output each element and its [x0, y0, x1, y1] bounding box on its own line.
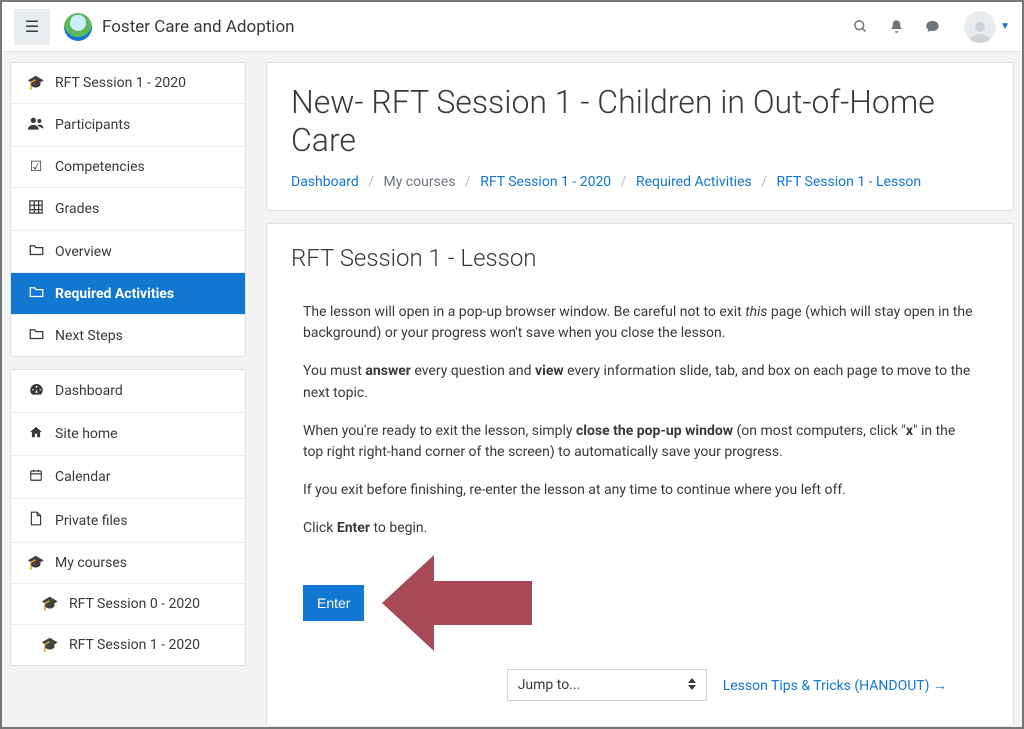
breadcrumb-mycourses: My courses — [383, 174, 455, 190]
next-activity-link[interactable]: Lesson Tips & Tricks (HANDOUT) → — [723, 677, 947, 694]
sidebar-item-label: Participants — [55, 117, 130, 133]
sidebar-item-dashboard[interactable]: Dashboard — [11, 370, 245, 413]
folder-icon — [25, 243, 47, 260]
sidebar-item-overview[interactable]: Overview — [11, 231, 245, 273]
sidebar-item-label: RFT Session 1 - 2020 — [55, 75, 186, 91]
sidebar-item-label: Next Steps — [55, 328, 123, 344]
sidebar-item-course-1[interactable]: 🎓 RFT Session 1 - 2020 — [11, 625, 245, 665]
page-header-card: New- RFT Session 1 - Children in Out-of-… — [266, 62, 1014, 211]
select-label: Jump to... — [518, 677, 581, 693]
enter-button[interactable]: Enter — [303, 585, 364, 621]
breadcrumb-separator-icon: / — [761, 174, 767, 190]
sidebar-item-participants[interactable]: Participants — [11, 104, 245, 147]
pointer-arrow-icon — [382, 555, 532, 651]
hamburger-icon: ☰ — [25, 17, 39, 37]
graduation-icon: 🎓 — [25, 555, 47, 571]
sidebar-item-label: Site home — [55, 426, 118, 442]
chat-icon[interactable] — [914, 9, 950, 45]
course-nav-block: 🎓 RFT Session 1 - 2020 Participants ☑ Co… — [10, 62, 246, 357]
lesson-paragraph: If you exit before finishing, re-enter t… — [303, 480, 977, 502]
avatar-icon — [964, 11, 996, 43]
search-icon[interactable] — [842, 9, 878, 45]
breadcrumb-separator-icon: / — [465, 174, 471, 190]
breadcrumb: Dashboard / My courses / RFT Session 1 -… — [291, 174, 989, 190]
sidebar-item-label: RFT Session 0 - 2020 — [69, 596, 200, 612]
sidebar-item-calendar[interactable]: Calendar — [11, 456, 245, 499]
sidebar-item-label: Competencies — [55, 159, 145, 175]
page-title: New- RFT Session 1 - Children in Out-of-… — [291, 83, 989, 160]
sidebar-item-required-activities[interactable]: Required Activities — [11, 273, 245, 315]
sidebar-item-site-home[interactable]: Site home — [11, 413, 245, 456]
check-square-icon: ☑ — [25, 159, 47, 175]
calendar-icon — [25, 468, 47, 486]
breadcrumb-page[interactable]: RFT Session 1 - Lesson — [777, 174, 922, 190]
file-icon — [25, 511, 47, 530]
sidebar-item-grades[interactable]: Grades — [11, 188, 245, 231]
site-nav-block: Dashboard Site home Calendar Private fil… — [10, 369, 246, 666]
sidebar-item-my-courses[interactable]: 🎓 My courses — [11, 543, 245, 584]
sidebar-item-competencies[interactable]: ☑ Competencies — [11, 147, 245, 188]
sidebar-item-course-0[interactable]: 🎓 RFT Session 0 - 2020 — [11, 584, 245, 625]
lesson-title: RFT Session 1 - Lesson — [291, 244, 989, 272]
lesson-card: RFT Session 1 - Lesson The lesson will o… — [266, 223, 1014, 727]
grid-icon — [25, 200, 47, 218]
select-caret-icon — [688, 678, 696, 692]
lesson-paragraph: You must answer every question and view … — [303, 361, 977, 404]
graduation-icon: 🎓 — [39, 596, 61, 612]
users-icon — [25, 116, 47, 134]
site-title[interactable]: Foster Care and Adoption — [102, 17, 295, 37]
lesson-paragraph: Click Enter to begin. — [303, 518, 977, 540]
breadcrumb-section[interactable]: Required Activities — [636, 174, 752, 190]
sidebar-item-next-steps[interactable]: Next Steps — [11, 315, 245, 356]
main-content: New- RFT Session 1 - Children in Out-of-… — [266, 62, 1014, 727]
sidebar-item-label: Overview — [55, 244, 112, 260]
home-icon — [25, 425, 47, 443]
lesson-paragraph: When you're ready to exit the lesson, si… — [303, 421, 977, 464]
sidebar-item-private-files[interactable]: Private files — [11, 499, 245, 543]
lesson-body: The lesson will open in a pop-up browser… — [291, 290, 989, 706]
breadcrumb-course[interactable]: RFT Session 1 - 2020 — [480, 174, 611, 190]
hamburger-toggle[interactable]: ☰ — [14, 9, 50, 45]
lesson-paragraph: The lesson will open in a pop-up browser… — [303, 302, 977, 345]
graduation-icon: 🎓 — [39, 637, 61, 653]
sidebar: 🎓 RFT Session 1 - 2020 Participants ☑ Co… — [10, 62, 246, 727]
breadcrumb-separator-icon: / — [368, 174, 374, 190]
sidebar-item-label: Private files — [55, 513, 128, 529]
folder-icon — [25, 327, 47, 344]
sidebar-item-label: Dashboard — [55, 383, 123, 399]
breadcrumb-dashboard[interactable]: Dashboard — [291, 174, 359, 190]
sidebar-item-label: Required Activities — [55, 286, 174, 302]
graduation-icon: 🎓 — [25, 75, 47, 91]
jump-to-select[interactable]: Jump to... — [507, 669, 707, 701]
breadcrumb-separator-icon: / — [621, 174, 627, 190]
sidebar-item-label: Calendar — [55, 469, 111, 485]
folder-icon — [25, 285, 47, 302]
bell-icon[interactable] — [878, 9, 914, 45]
gauge-icon — [25, 382, 47, 400]
top-navbar: ☰ Foster Care and Adoption ▼ — [2, 2, 1022, 52]
user-menu[interactable]: ▼ — [950, 9, 1010, 45]
sidebar-item-label: Grades — [55, 201, 99, 217]
sidebar-item-course[interactable]: 🎓 RFT Session 1 - 2020 — [11, 63, 245, 104]
sidebar-item-label: My courses — [55, 555, 127, 571]
caret-down-icon: ▼ — [1000, 21, 1010, 32]
site-logo-icon — [64, 13, 92, 41]
sidebar-item-label: RFT Session 1 - 2020 — [69, 637, 200, 653]
